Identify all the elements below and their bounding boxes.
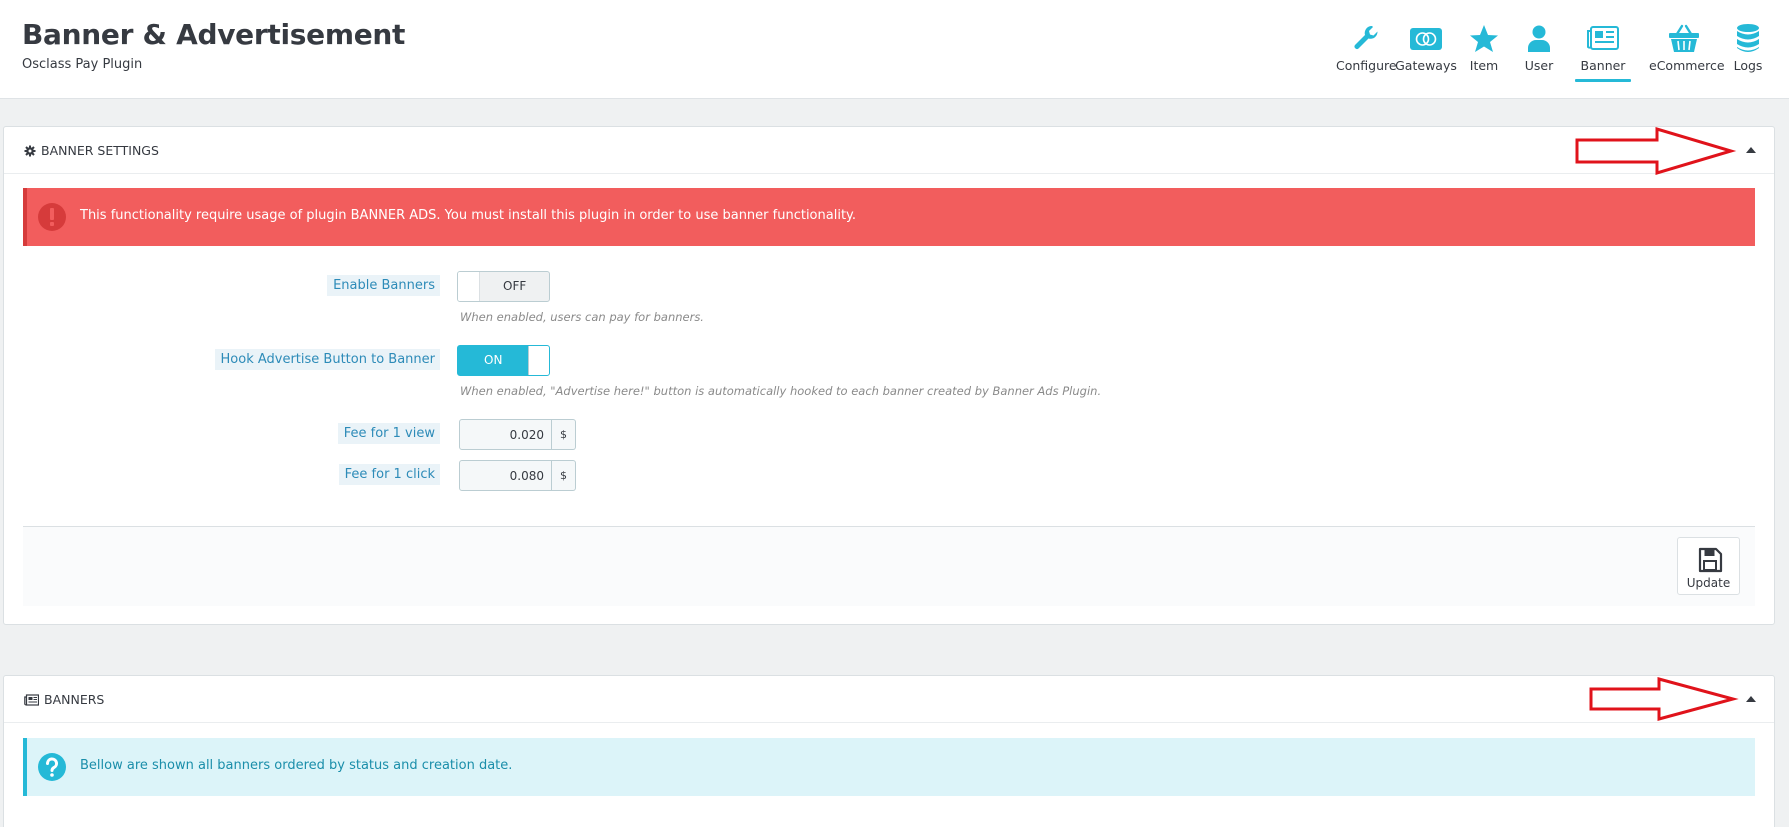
- newspaper-icon: [24, 693, 39, 706]
- panel-heading: BANNER SETTINGS: [4, 127, 1774, 176]
- nav-configure[interactable]: Configure: [1336, 0, 1397, 99]
- fee-view-group: $: [459, 419, 576, 450]
- nav-gateways[interactable]: Gateways: [1395, 0, 1457, 99]
- hook-button-switch[interactable]: ON: [457, 345, 550, 376]
- save-icon: [1698, 547, 1723, 573]
- nav-ecommerce[interactable]: eCommerce: [1649, 0, 1725, 99]
- star-icon: [1470, 25, 1498, 52]
- annotation-arrow-icon: [1575, 127, 1737, 176]
- fee-view-label: Fee for 1 view: [337, 423, 440, 444]
- panel-title-text: BANNER SETTINGS: [41, 143, 159, 158]
- currency-addon: $: [552, 460, 576, 491]
- page-title: Banner & Advertisement: [22, 18, 406, 51]
- user-icon: [1528, 25, 1550, 52]
- fee-click-input[interactable]: [459, 460, 552, 491]
- switch-knob: [458, 272, 480, 301]
- nav-label: Configure: [1336, 58, 1397, 73]
- switch-knob: [528, 346, 549, 375]
- update-button[interactable]: Update: [1677, 537, 1740, 595]
- fee-click-label: Fee for 1 click: [338, 464, 440, 485]
- switch-state: OFF: [503, 279, 527, 293]
- page-subtitle: Osclass Pay Plugin: [22, 57, 143, 72]
- hook-button-help: When enabled, "Advertise here!" button i…: [460, 384, 1102, 398]
- gear-icon: [24, 145, 36, 156]
- database-icon: [1737, 24, 1759, 52]
- banners-info-alert: Bellow are shown all banners ordered by …: [23, 738, 1755, 796]
- newspaper-icon: [1587, 26, 1619, 50]
- nav-label: Item: [1469, 58, 1499, 73]
- collapse-toggle-icon[interactable]: [1746, 147, 1756, 153]
- wrench-icon: [1354, 25, 1378, 49]
- panel-title-text: BANNERS: [44, 692, 105, 707]
- currency-addon: $: [552, 419, 576, 450]
- nav-item[interactable]: Item: [1466, 0, 1502, 99]
- nav-banner[interactable]: Banner: [1575, 0, 1631, 99]
- collapse-toggle-icon[interactable]: [1746, 696, 1756, 702]
- nav-label: User: [1524, 58, 1554, 73]
- active-tab-indicator: [1575, 79, 1631, 82]
- nav-user[interactable]: User: [1521, 0, 1557, 99]
- alert-message: Bellow are shown all banners ordered by …: [80, 758, 513, 773]
- enable-banners-label: Enable Banners: [327, 275, 440, 296]
- panel-heading: BANNERS: [4, 676, 1774, 723]
- hook-button-label: Hook Advertise Button to Banner: [214, 349, 440, 370]
- fee-view-input[interactable]: [459, 419, 552, 450]
- annotation-arrow-icon: [1589, 677, 1739, 721]
- nav-label: Gateways: [1395, 58, 1457, 73]
- update-button-label: Update: [1686, 576, 1731, 590]
- banners-panel: BANNERS Bellow are shown all banners ord…: [3, 675, 1775, 827]
- question-icon: [38, 753, 66, 781]
- basket-icon: [1669, 24, 1699, 52]
- fee-click-group: $: [459, 460, 576, 491]
- panel-footer: Update: [23, 526, 1755, 606]
- nav-logs[interactable]: Logs: [1732, 0, 1764, 99]
- page-header: Banner & Advertisement Osclass Pay Plugi…: [0, 0, 1789, 99]
- nav-label: Banner: [1580, 58, 1626, 73]
- nav-label: Logs: [1733, 58, 1763, 73]
- exclamation-icon: [38, 203, 66, 231]
- switch-state: ON: [484, 353, 503, 367]
- panel-title: BANNERS: [24, 692, 104, 707]
- panel-title: BANNER SETTINGS: [24, 143, 159, 158]
- credit-card-icon: [1410, 28, 1442, 50]
- nav-label: eCommerce: [1649, 58, 1725, 73]
- alert-message: This functionality require usage of plug…: [80, 208, 857, 223]
- plugin-required-alert: This functionality require usage of plug…: [23, 188, 1755, 246]
- enable-banners-help: When enabled, users can pay for banners.: [460, 310, 704, 324]
- banner-settings-panel: BANNER SETTINGS This functionality requi…: [3, 126, 1775, 625]
- enable-banners-switch[interactable]: OFF: [457, 271, 550, 302]
